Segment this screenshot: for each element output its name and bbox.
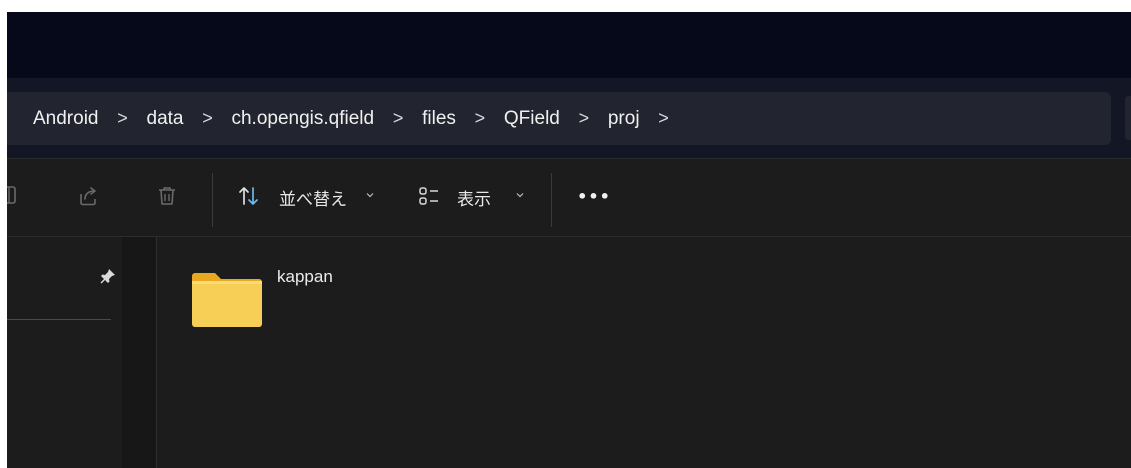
navigation-pane-scrollbar-track[interactable] [122,237,156,468]
command-bar: 並べ替え 表示 ••• [7,158,1131,237]
breadcrumb-separator[interactable]: > [103,108,143,129]
sort-button[interactable]: 並べ替え [233,169,385,225]
breadcrumb-item-proj[interactable]: proj [604,108,644,130]
view-icon [419,187,438,205]
breadcrumb-separator[interactable]: > [564,108,604,129]
address-row: Android > data > ch.opengis.qfield > fil… [7,78,1131,158]
breadcrumb-item-ch-opengis-qfield[interactable]: ch.opengis.qfield [227,108,378,130]
view-label: 表示 [457,190,491,210]
breadcrumb[interactable]: Android > data > ch.opengis.qfield > fil… [7,92,1111,145]
list-item-folder[interactable]: kappan [191,259,391,327]
more-button[interactable]: ••• [571,179,617,217]
share-icon[interactable] [76,184,100,208]
file-explorer-window: Android > data > ch.opengis.qfield > fil… [7,12,1131,468]
breadcrumb-separator[interactable]: > [460,108,500,129]
folder-icon [192,273,262,327]
view-button[interactable]: 表示 [411,169,537,225]
search-box-edge[interactable] [1125,96,1131,140]
breadcrumb-item-data[interactable]: data [143,108,188,130]
toolbar-divider [551,173,552,227]
title-bar[interactable] [7,12,1131,78]
delete-icon[interactable] [155,184,179,208]
breadcrumb-item-android[interactable]: Android [7,108,103,130]
chevron-down-icon [516,193,524,198]
more-icon: ••• [577,187,611,206]
nav-section-divider [7,319,111,320]
copy-icon[interactable] [7,184,21,208]
breadcrumb-separator[interactable]: > [644,108,684,129]
breadcrumb-separator[interactable]: > [187,108,227,129]
file-list: kappan [157,237,1131,468]
sort-label: 並べ替え [279,190,347,210]
pin-icon[interactable] [99,267,117,285]
navigation-pane[interactable] [7,237,122,468]
breadcrumb-separator[interactable]: > [378,108,418,129]
folder-name: kappan [277,267,333,286]
breadcrumb-item-qfield[interactable]: QField [500,108,564,130]
toolbar-divider [212,173,213,227]
breadcrumb-item-files[interactable]: files [418,108,460,130]
chevron-down-icon [366,193,374,198]
sort-icon [239,187,258,205]
